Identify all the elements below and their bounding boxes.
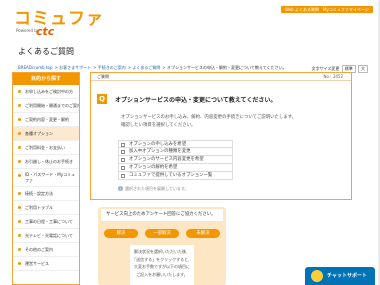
chat-support-button[interactable]: チャットサポート <box>305 267 375 285</box>
sidebar-item[interactable]: 光テレビ・光電話について <box>13 229 79 243</box>
option-label: コミュファで提供しているオプション一覧 <box>129 173 213 178</box>
breadcrumb-current: オプションサービスの申込・解約・変更について教えてください。 <box>167 65 287 70</box>
question-q-icon: Q <box>97 94 107 104</box>
sidebar-item[interactable]: お申し込みをご検討中の方 <box>13 85 79 99</box>
survey-unresolved-button[interactable]: 未解決 <box>186 229 220 238</box>
option-item[interactable]: 加入中オプションの種類を変更 <box>118 148 233 156</box>
checkbox-icon[interactable] <box>121 157 125 162</box>
intro-line: オプションサービスのお申し込み、解約、内容変更の手続きについてご説明いたします。 <box>121 115 297 120</box>
sidebar-item-active[interactable]: 各種オプション <box>13 127 79 141</box>
site-logo[interactable]: コミュファ Powered by ctc <box>14 9 104 38</box>
breadcrumb-item[interactable]: よくあるご質問 <box>132 65 160 70</box>
chat-support-label: チャットサポート <box>327 273 367 279</box>
faq-panel-header: ご質問 No : 3452 <box>91 73 351 81</box>
header-online-button[interactable]: Web よくある質問 <box>281 6 323 13</box>
option-item[interactable]: オプションのサービス内容変更を希望 <box>118 156 233 164</box>
sidebar-item[interactable]: 工事の日程・工事について <box>13 215 79 229</box>
font-size-large-button[interactable]: 大 <box>358 65 368 73</box>
question-title: オプションサービスの申込・変更について教えてください。 <box>115 97 277 104</box>
faq-panel: ご質問 No : 3452 Q オプションサービスの申込・変更について教えてくだ… <box>90 72 352 200</box>
checkbox-icon[interactable] <box>121 165 125 170</box>
header-mypage-button[interactable]: Myコミュファマイページ <box>319 6 373 13</box>
sidebar-item[interactable]: 運営サービス <box>13 257 79 271</box>
survey-heading: サービス向上のためアンケート回答にご協力ください。 <box>101 209 223 221</box>
breadcrumb-item[interactable]: 手続きのご案内 <box>98 65 126 70</box>
option-item[interactable]: コミュファで提供しているオプション一覧 <box>118 172 233 180</box>
option-item[interactable]: オプションの申し込みを希望 <box>118 140 233 148</box>
faq-category: ご質問 <box>97 74 109 79</box>
sidebar-item[interactable]: ご利用開始・開通までのご案内 <box>13 99 79 113</box>
sidebar: 目的から探す お申し込みをご検討中の方 ご利用開始・開通までのご案内 ご契約内容… <box>12 72 80 285</box>
option-label: 加入中オプションの種類を変更 <box>129 149 191 154</box>
survey-panel: サービス向上のためアンケート回答にご協力ください。 解決 一部解決 未解決 解決… <box>98 207 226 285</box>
checkbox-icon[interactable] <box>121 142 125 147</box>
instruction-line: ご記入をお願いいたします。 <box>136 271 188 277</box>
info-icon: i <box>118 186 123 191</box>
sidebar-item[interactable]: ご利用トラブル <box>13 201 79 215</box>
breadcrumb-item[interactable]: お客さまサポート <box>59 65 91 70</box>
question-number: No : 3452 <box>323 74 343 79</box>
sidebar-item[interactable]: 接続・設定方法 <box>13 187 79 201</box>
checkbox-icon[interactable] <box>121 149 125 154</box>
option-label: オプションのサービス内容変更を希望 <box>129 157 204 162</box>
page-title: よくあるご質問 <box>18 47 74 56</box>
survey-resolved-button[interactable]: 解決 <box>104 229 138 238</box>
survey-instructions: 解決状況を選択いただいた後、 「送信する」をクリックすると、 大変お手数ですが以… <box>130 245 194 285</box>
sidebar-heading: 目的から探す <box>13 73 79 85</box>
question-row: Q オプションサービスの申込・変更について教えてください。 <box>97 94 345 106</box>
sidebar-item[interactable]: お引越し・休止のお手続き <box>13 155 79 169</box>
option-label: オプションの解約を希望 <box>129 165 178 170</box>
instruction-line: 解決状況を選択いただいた後、 <box>134 249 190 254</box>
survey-partial-button[interactable]: 一部解決 <box>145 229 179 238</box>
intro-line: 確認したい項目を選択してください。 <box>121 123 196 128</box>
sidebar-item[interactable]: ご契約内容・変更・解約 <box>13 113 79 127</box>
font-size-label: 文字サイズ変更 <box>311 66 340 71</box>
option-list: オプションの申し込みを希望 加入中オプションの種類を変更 オプションのサービス内… <box>118 140 233 180</box>
sidebar-item[interactable]: ID・パスワード・Myコミュファ <box>13 169 79 187</box>
checkbox-icon[interactable] <box>121 173 125 178</box>
selection-note: i 選択された項目を展開しています。 <box>118 186 188 192</box>
breadcrumb-item[interactable]: BREADcrumb top <box>18 65 53 70</box>
instruction-line: 「送信する」をクリックすると、 <box>132 256 192 262</box>
site-header: コミュファ Powered by ctc Web よくある質問 Myコミュファマ… <box>0 0 380 38</box>
sidebar-item[interactable]: ご利用料金・お支払い <box>13 141 79 155</box>
option-label: オプションの申し込みを希望 <box>129 142 187 147</box>
question-intro: オプションサービスのお申し込み、解約、内容変更の手続きについてご説明いたします。… <box>121 114 296 130</box>
instruction-line: 大変お手数ですが以下の項目に <box>134 264 190 269</box>
logo-text: コミュファ <box>14 9 104 29</box>
option-item[interactable]: オプションの解約を希望 <box>118 164 233 172</box>
chatbot-icon <box>311 270 323 282</box>
logo-brand: ctc <box>36 25 55 38</box>
note-text: 選択された項目を展開しています。 <box>125 186 189 191</box>
sidebar-item[interactable]: その他のご案内 <box>13 243 79 257</box>
